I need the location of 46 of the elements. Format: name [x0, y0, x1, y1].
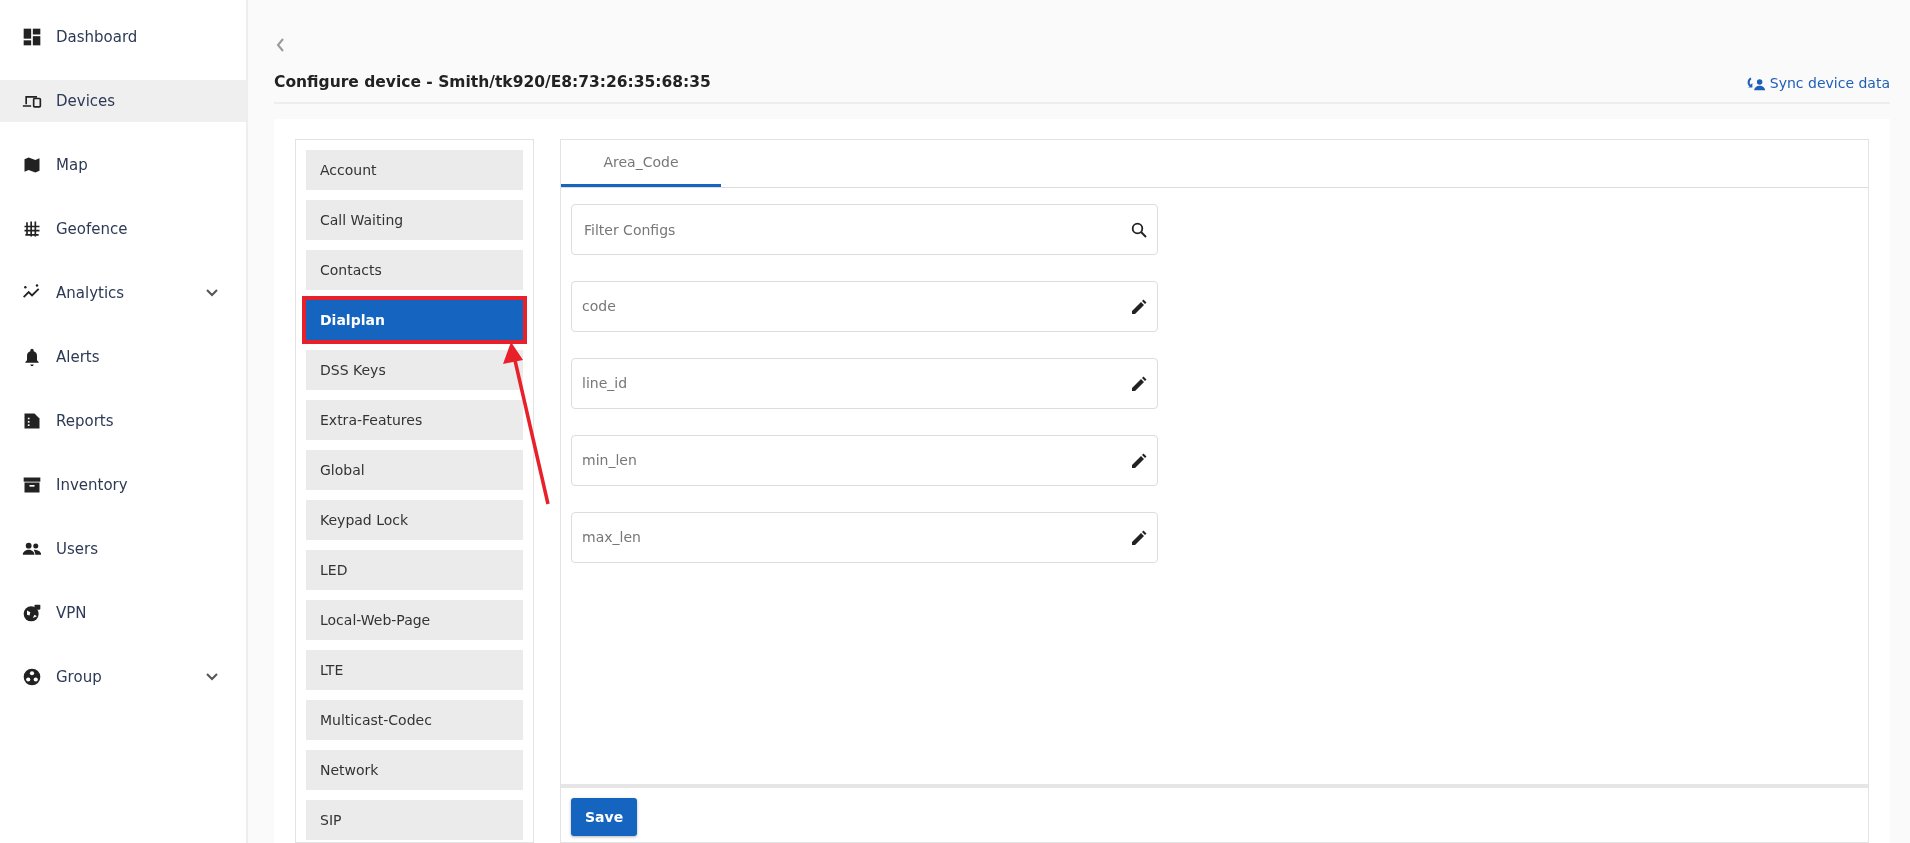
archive-icon [22, 475, 42, 495]
map-icon [22, 155, 42, 175]
config-section-item[interactable]: Multicast-Codec [306, 700, 523, 740]
group-icon [22, 667, 42, 687]
config-section-item[interactable]: DSS Keys [306, 350, 523, 390]
sidebar-item[interactable]: VPN [0, 592, 246, 634]
config-section-item[interactable]: Extra-Features [306, 400, 523, 440]
sidebar-item[interactable]: Map [0, 144, 246, 186]
config-section-item[interactable]: Global [306, 450, 523, 490]
save-button[interactable]: Save [571, 798, 638, 836]
sidebar-item[interactable]: Group [0, 656, 246, 698]
config-section-item[interactable]: LTE [306, 650, 523, 690]
edit-icon[interactable] [1131, 375, 1147, 392]
sync-link[interactable]: Sync device data [1745, 72, 1890, 94]
edit-icon[interactable] [1131, 298, 1147, 315]
edit-icon[interactable] [1131, 529, 1147, 546]
config-section-item[interactable]: Account [306, 150, 523, 190]
config-section-item[interactable]: Keypad Lock [306, 500, 523, 540]
tab[interactable]: Area_Code [561, 140, 721, 187]
sidebar-item[interactable]: Devices [0, 80, 246, 122]
sidebar-item[interactable]: Users [0, 528, 246, 570]
config-field-label: line_id [582, 374, 629, 393]
config-field-label: code [582, 297, 617, 316]
back-icon[interactable] [276, 38, 286, 52]
document-icon [22, 411, 42, 431]
config-section-item[interactable]: SIP [306, 800, 523, 840]
grid-icon [22, 219, 42, 239]
config-section-item[interactable]: LED [306, 550, 523, 590]
config-field-label: min_len [582, 451, 638, 470]
sidebar-item[interactable]: Reports [0, 400, 246, 442]
edit-icon[interactable] [1131, 452, 1147, 469]
config-field-label: max_len [582, 528, 642, 547]
globe-lock-icon [22, 603, 42, 623]
sidebar-item[interactable]: Alerts [0, 336, 246, 378]
bell-icon [22, 347, 42, 367]
search-icon [1131, 221, 1147, 238]
sidebar-item[interactable]: Inventory [0, 464, 246, 506]
config-section-item[interactable]: Network [306, 750, 523, 790]
sidebar-item[interactable]: Analytics [0, 272, 246, 314]
sidebar-item[interactable]: Geofence [0, 208, 246, 250]
page-title: Configure device - Smith/tk920/E8:73:26:35:68:35 [274, 72, 711, 94]
config-section-item[interactable]: Call Waiting [306, 200, 523, 240]
config-section-item[interactable]: Contacts [306, 250, 523, 290]
sidebar-item[interactable]: Dashboard [0, 16, 246, 58]
dashboard-icon [22, 27, 42, 47]
config-section-item[interactable]: Local-Web-Page [306, 600, 523, 640]
